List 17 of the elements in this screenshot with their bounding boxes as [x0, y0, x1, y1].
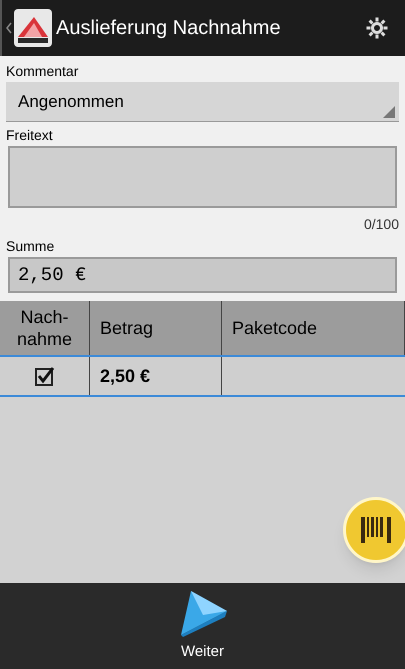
- back-icon[interactable]: [6, 22, 12, 34]
- next-button[interactable]: Weiter: [176, 588, 228, 664]
- table-cell: 2,50 €: [90, 357, 222, 395]
- table-row[interactable]: 2,50 €: [0, 355, 405, 397]
- field-label: Freitext: [6, 126, 54, 144]
- sum-field: 2,50 €: [8, 257, 397, 293]
- comment-dropdown[interactable]: Angenommen: [6, 82, 399, 122]
- settings-icon[interactable]: [365, 16, 389, 40]
- window-title: Auslieferung Nachnahme: [56, 16, 282, 41]
- freitext-field[interactable]: [8, 146, 397, 208]
- checkbox[interactable]: [34, 366, 54, 386]
- logo-icon: [14, 9, 52, 47]
- field-label: Summe: [6, 237, 56, 255]
- barcode-icon: [361, 517, 391, 543]
- character-counter: 0/100: [364, 215, 399, 234]
- field-label: Kommentar: [6, 62, 80, 80]
- dropdown-corner-icon: [383, 106, 395, 118]
